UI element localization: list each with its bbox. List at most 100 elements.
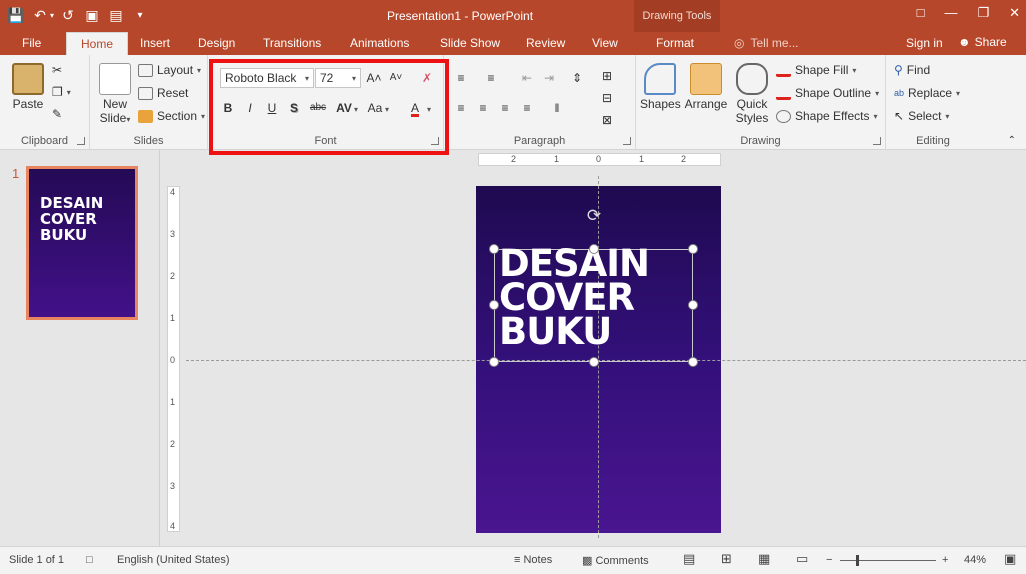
slide-sorter-icon[interactable]: ⊞ bbox=[721, 551, 732, 567]
justify-icon[interactable]: ≡ bbox=[518, 98, 536, 118]
tab-home[interactable]: Home bbox=[66, 32, 129, 56]
effects-icon bbox=[776, 109, 791, 123]
tab-view[interactable]: View bbox=[592, 36, 618, 50]
thumbnail-number: 1 bbox=[12, 166, 20, 181]
arrange-button[interactable]: Arrange bbox=[684, 63, 728, 111]
reset-button[interactable]: Reset bbox=[138, 86, 188, 100]
line-spacing-icon[interactable]: ⇕ bbox=[568, 68, 586, 88]
comment-icon: ▩ bbox=[582, 555, 596, 567]
tab-design[interactable]: Design bbox=[198, 36, 235, 50]
tab-insert[interactable]: Insert bbox=[140, 36, 170, 50]
paste-icon bbox=[12, 63, 44, 95]
zoom-level[interactable]: 44% bbox=[964, 554, 986, 566]
paragraph-launcher-icon[interactable] bbox=[623, 137, 631, 145]
save-icon[interactable]: 💾 bbox=[6, 4, 26, 26]
tab-format[interactable]: Format bbox=[656, 36, 694, 50]
slide-title-text[interactable]: DESAIN COVER BUKU bbox=[499, 245, 650, 350]
ribbon-tabs: File Home Insert Design Transitions Anim… bbox=[0, 32, 1026, 56]
drawing-label: Drawing bbox=[740, 135, 781, 147]
increase-indent-icon[interactable]: ⇥ bbox=[540, 68, 558, 88]
resize-handle-top[interactable] bbox=[589, 244, 599, 254]
numbering-icon[interactable]: ≡ bbox=[482, 68, 500, 88]
group-paragraph: ≡ ≡ ⇤ ⇥ ⇕ ⊞ ⊟ ⊠ ≡ ≡ ≡ ≡ ‖ Paragraph bbox=[444, 55, 636, 150]
align-center-icon[interactable]: ≡ bbox=[474, 98, 492, 118]
format-painter-button[interactable]: ✎ bbox=[52, 107, 62, 121]
undo-dropdown-icon[interactable]: ▾ bbox=[50, 11, 54, 20]
tab-file[interactable]: File bbox=[22, 36, 41, 50]
ribbon-display-options-icon[interactable]: □ bbox=[917, 5, 925, 21]
fit-to-window-icon[interactable]: ▣ bbox=[1004, 551, 1016, 567]
resize-handle-bottom-left[interactable] bbox=[489, 357, 499, 367]
bullets-icon[interactable]: ≡ bbox=[452, 68, 470, 88]
columns-icon[interactable]: ‖ bbox=[548, 98, 566, 118]
start-from-beginning-icon[interactable]: ▣ bbox=[82, 4, 102, 26]
zoom-slider[interactable] bbox=[840, 560, 936, 561]
select-button[interactable]: ↖ Select ▾ bbox=[894, 109, 949, 123]
language-indicator[interactable]: English (United States) bbox=[117, 554, 230, 566]
replace-button[interactable]: ab Replace ▾ bbox=[894, 86, 960, 100]
new-slide-button[interactable]: New Slide▾ bbox=[94, 63, 136, 125]
normal-view-icon[interactable]: ▤ bbox=[683, 551, 695, 567]
window-title: Presentation1 - PowerPoint bbox=[386, 9, 534, 23]
slide-show-icon[interactable]: ▭ bbox=[796, 551, 808, 567]
tab-review[interactable]: Review bbox=[526, 36, 565, 50]
shapes-button[interactable]: Shapes bbox=[640, 63, 681, 111]
notes-button[interactable]: ≡ Notes bbox=[514, 554, 552, 566]
minimize-icon[interactable]: — bbox=[944, 5, 957, 21]
resize-handle-top-right[interactable] bbox=[688, 244, 698, 254]
layout-icon bbox=[138, 63, 153, 77]
tab-animations[interactable]: Animations bbox=[350, 36, 409, 50]
section-button[interactable]: Section ▾ bbox=[138, 109, 205, 123]
tell-me-box[interactable]: ◎ Tell me... bbox=[734, 36, 799, 50]
find-button[interactable]: ⚲ Find bbox=[894, 63, 930, 77]
resize-handle-left[interactable] bbox=[489, 300, 499, 310]
shape-outline-button[interactable]: Shape Outline ▾ bbox=[776, 86, 879, 100]
undo-icon[interactable]: ↶ bbox=[30, 4, 50, 26]
rotate-handle-icon[interactable]: ⟳ bbox=[584, 206, 604, 226]
thumbnail-text: DESAIN COVER BUKU bbox=[40, 194, 104, 244]
reading-view-icon[interactable]: ▦ bbox=[758, 551, 770, 567]
drawing-launcher-icon[interactable] bbox=[873, 137, 881, 145]
clipboard-launcher-icon[interactable] bbox=[77, 137, 85, 145]
slide-count: Slide 1 of 1 bbox=[9, 554, 65, 566]
comments-button[interactable]: ▩ Comments bbox=[582, 554, 649, 567]
restore-icon[interactable]: ❐ bbox=[977, 5, 989, 21]
zoom-out-button[interactable]: − bbox=[826, 554, 832, 566]
lightbulb-icon: ◎ bbox=[734, 36, 745, 50]
align-text-icon[interactable]: ⊟ bbox=[598, 88, 616, 108]
zoom-slider-thumb[interactable] bbox=[856, 555, 859, 566]
align-left-icon[interactable]: ≡ bbox=[452, 98, 470, 118]
brush-icon: ✎ bbox=[52, 107, 63, 121]
shape-effects-button[interactable]: Shape Effects ▾ bbox=[776, 109, 878, 123]
reset-icon bbox=[138, 86, 153, 100]
sign-in-link[interactable]: Sign in bbox=[906, 36, 943, 50]
collapse-ribbon-icon[interactable]: ⌃ bbox=[1008, 135, 1016, 146]
resize-handle-bottom-right[interactable] bbox=[688, 357, 698, 367]
copy-button[interactable]: ❐ ▾ bbox=[52, 85, 71, 99]
copy-icon: ❐ bbox=[52, 85, 63, 99]
resize-handle-bottom[interactable] bbox=[589, 357, 599, 367]
tab-transitions[interactable]: Transitions bbox=[263, 36, 321, 50]
cursor-icon: ↖ bbox=[894, 109, 905, 123]
spell-check-icon[interactable]: □ bbox=[86, 554, 93, 566]
customize-qat-icon[interactable]: ▾ bbox=[130, 4, 150, 26]
section-icon bbox=[138, 109, 153, 123]
zoom-in-button[interactable]: + bbox=[942, 554, 948, 566]
cut-button[interactable]: ✂ bbox=[52, 63, 62, 77]
paste-button[interactable]: Paste bbox=[8, 63, 48, 111]
resize-handle-right[interactable] bbox=[688, 300, 698, 310]
close-icon[interactable]: ✕ bbox=[1009, 5, 1020, 21]
decrease-indent-icon[interactable]: ⇤ bbox=[518, 68, 536, 88]
quick-styles-button[interactable]: Quick Styles bbox=[732, 63, 772, 125]
shape-fill-button[interactable]: Shape Fill ▾ bbox=[776, 63, 856, 77]
share-button[interactable]: ☻ Share bbox=[958, 35, 1007, 49]
touch-mode-icon[interactable]: ▤ bbox=[106, 4, 126, 26]
smartart-icon[interactable]: ⊠ bbox=[598, 110, 616, 130]
redo-icon[interactable]: ↺ bbox=[58, 4, 78, 26]
layout-button[interactable]: Layout ▾ bbox=[138, 63, 201, 77]
text-direction-icon[interactable]: ⊞ bbox=[598, 66, 616, 86]
resize-handle-top-left[interactable] bbox=[489, 244, 499, 254]
align-right-icon[interactable]: ≡ bbox=[496, 98, 514, 118]
tab-slide-show[interactable]: Slide Show bbox=[440, 36, 500, 50]
slide-thumbnail[interactable]: DESAIN COVER BUKU bbox=[26, 166, 138, 320]
